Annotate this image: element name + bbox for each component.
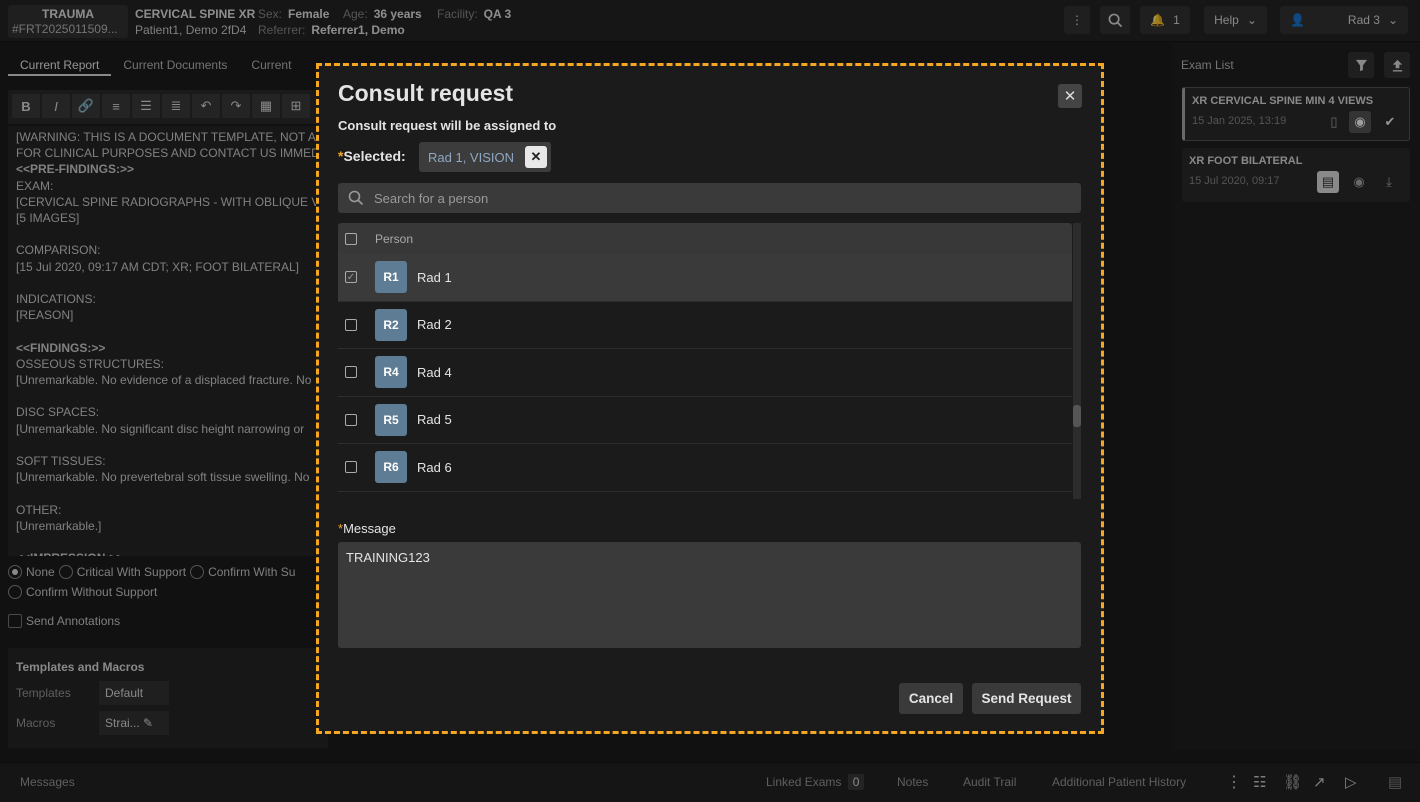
person-row[interactable]: R6 Rad 6 (338, 444, 1072, 492)
consult-request-dialog: Consult request ✕ Consult request will b… (316, 63, 1104, 734)
select-all-checkbox[interactable] (345, 232, 357, 245)
selected-label: *Selected: (338, 148, 406, 164)
person-row[interactable]: R4 Rad 4 (338, 349, 1072, 397)
avatar: R6 (375, 451, 407, 484)
person-row[interactable]: R2 Rad 2 (338, 301, 1072, 349)
person-name: Rad 2 (417, 317, 452, 333)
person-name: Rad 5 (417, 412, 452, 428)
person-checkbox[interactable] (345, 413, 357, 426)
person-checkbox[interactable] (345, 366, 357, 379)
remove-chip-icon[interactable]: ✕ (525, 146, 547, 168)
person-checkbox[interactable] (345, 461, 357, 474)
dialog-subtitle: Consult request will be assigned to (338, 118, 557, 133)
person-name: Rad 1 (417, 269, 452, 285)
scrollbar-thumb[interactable] (1073, 405, 1081, 427)
person-name: Rad 6 (417, 459, 452, 475)
person-list-scrollbar[interactable] (1073, 223, 1081, 499)
person-name: Rad 4 (417, 364, 452, 380)
cancel-button[interactable]: Cancel (899, 683, 963, 714)
person-checkbox[interactable] (345, 318, 357, 331)
person-row[interactable]: R5 Rad 5 (338, 396, 1072, 444)
selected-person-chip: Rad 1, VISION ✕ (419, 142, 551, 172)
person-checkbox[interactable]: ✓ (345, 271, 357, 284)
send-request-button[interactable]: Send Request (972, 683, 1081, 714)
message-label: *Message (338, 521, 396, 536)
person-row[interactable]: ✓ R1 Rad 1 (338, 254, 1072, 302)
avatar: R2 (375, 308, 407, 341)
dialog-title: Consult request (338, 80, 514, 106)
avatar: R1 (375, 261, 407, 294)
person-list-header: Person (338, 223, 1072, 254)
avatar: R4 (375, 356, 407, 389)
search-icon (348, 190, 364, 206)
person-search-input[interactable]: Search for a person (338, 183, 1081, 213)
avatar: R5 (375, 403, 407, 436)
close-icon[interactable]: ✕ (1058, 84, 1082, 108)
search-placeholder: Search for a person (374, 190, 489, 206)
person-list: Person ✓ R1 Rad 1 R2 Rad 2 R4 Rad 4 R5 Rad 5 R6 Ra… (338, 223, 1072, 499)
message-textarea[interactable]: TRAINING123 (338, 542, 1081, 648)
